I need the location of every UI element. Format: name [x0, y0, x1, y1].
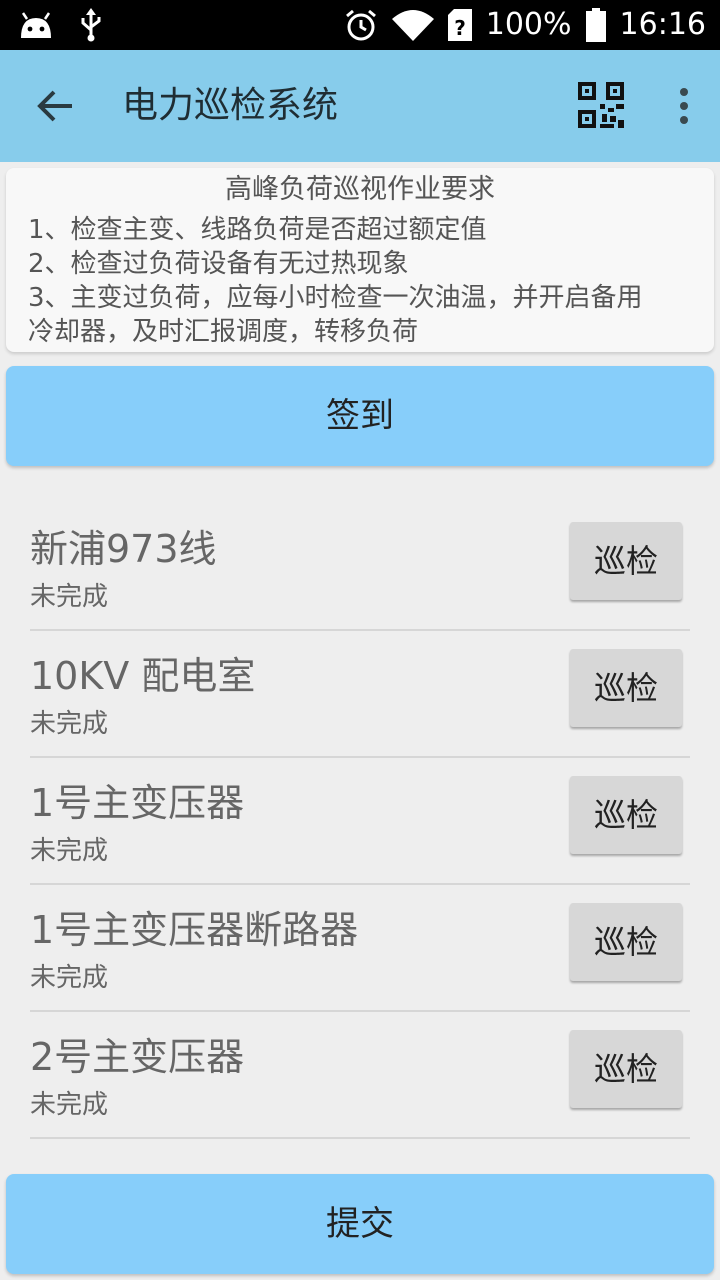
android-icon: [21, 12, 51, 38]
item-name: 10KV 配电室: [30, 654, 256, 698]
list-item: 1号主变压器断路器 未完成 巡检: [30, 883, 690, 1012]
item-status: 未完成: [30, 709, 109, 739]
item-name: 1号主变压器: [30, 781, 245, 825]
requirement-line: 2、检查过负荷设备有无过热现象: [28, 249, 409, 279]
submit-button[interactable]: 提交: [6, 1174, 714, 1274]
list-item: 2号主变压器 未完成 巡检: [30, 1010, 690, 1139]
status-bar: ? 100% 16:16: [0, 0, 720, 50]
list-item: 新浦973线 未完成 巡检: [30, 502, 690, 631]
inspect-button[interactable]: 巡检: [570, 776, 682, 854]
item-name: 2号主变压器: [30, 1035, 245, 1079]
inspect-button[interactable]: 巡检: [570, 522, 682, 600]
inspect-button[interactable]: 巡检: [570, 1030, 682, 1108]
requirement-line: 1、检查主变、线路负荷是否超过额定值: [28, 215, 487, 245]
inspect-button[interactable]: 巡检: [570, 903, 682, 981]
svg-text:?: ?: [454, 16, 466, 40]
requirement-line: 3、主变过负荷，应每小时检查一次油温，并开启备用: [28, 283, 643, 313]
item-status: 未完成: [30, 582, 109, 612]
sim-unknown-icon: ?: [447, 9, 472, 41]
usb-icon: [81, 8, 101, 42]
page-title: 电力巡检系统: [122, 85, 339, 126]
overflow-menu-icon[interactable]: [668, 86, 700, 130]
requirements-title: 高峰负荷巡视作业要求: [225, 174, 495, 205]
qr-code-icon[interactable]: [578, 82, 624, 128]
item-status: 未完成: [30, 836, 109, 866]
back-arrow-icon[interactable]: [34, 84, 78, 128]
app-bar: 电力巡检系统: [0, 50, 720, 162]
inspect-button[interactable]: 巡检: [570, 649, 682, 727]
battery-percent: 100%: [485, 7, 572, 42]
item-name: 新浦973线: [30, 527, 217, 571]
list-item: 1号主变压器 未完成 巡检: [30, 756, 690, 885]
requirement-line: 冷却器，及时汇报调度，转移负荷: [28, 317, 419, 347]
alarm-icon: [345, 9, 376, 41]
checkin-button[interactable]: 签到: [6, 366, 714, 466]
list-item: 10KV 配电室 未完成 巡检: [30, 629, 690, 758]
item-status: 未完成: [30, 1090, 109, 1120]
wifi-icon: [391, 10, 434, 41]
clock: 16:16: [619, 7, 706, 42]
item-status: 未完成: [30, 963, 109, 993]
item-name: 1号主变压器断路器: [30, 908, 359, 952]
battery-icon: [585, 8, 606, 42]
requirements-card: 高峰负荷巡视作业要求 1、检查主变、线路负荷是否超过额定值 2、检查过负荷设备有…: [6, 168, 714, 352]
